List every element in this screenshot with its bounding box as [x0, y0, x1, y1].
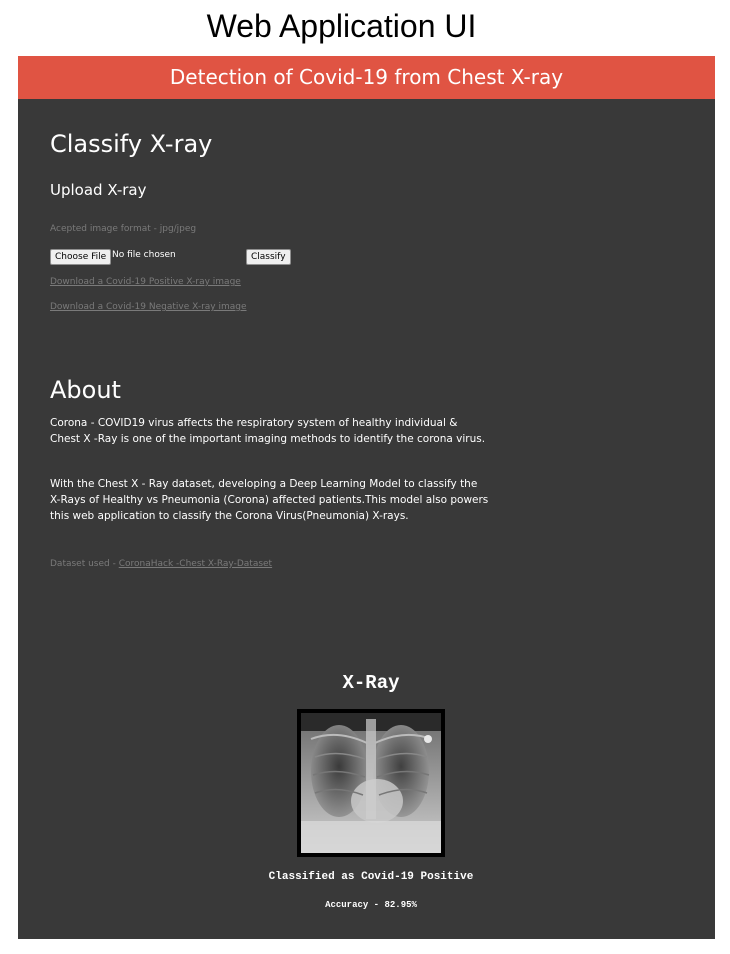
xray-image	[297, 709, 445, 857]
accuracy-text: Accuracy - 82.95%	[325, 900, 417, 910]
figure-caption: Web Application UI	[206, 8, 477, 44]
dataset-prefix: Dataset used -	[50, 559, 119, 569]
dataset-link[interactable]: CoronaHack -Chest X-Ray-Dataset	[119, 559, 272, 569]
classify-heading: Classify X-ray	[50, 130, 213, 158]
classify-button[interactable]: Classify	[246, 249, 291, 265]
about-paragraph-2: With the Chest X - Ray dataset, developi…	[50, 478, 489, 522]
xray-title: X-Ray	[342, 672, 400, 694]
about-paragraph-1: Corona - COVID19 virus affects the respi…	[50, 417, 486, 445]
file-status: No file chosen	[112, 250, 176, 260]
navbar: Detection of Covid-19 from Chest X-ray	[18, 56, 715, 99]
navbar-title: Detection of Covid-19 from Chest X-ray	[169, 65, 564, 89]
classification-result: Classified as Covid-19 Positive	[268, 871, 474, 883]
download-negative-link[interactable]: Download a Covid-19 Negative X-ray image	[50, 302, 247, 312]
chest-xray-illustration	[301, 713, 441, 853]
download-positive-link[interactable]: Download a Covid-19 Positive X-ray image	[50, 277, 241, 287]
app-window: Detection of Covid-19 from Chest X-ray C…	[18, 56, 715, 939]
dataset-line: Dataset used - CoronaHack -Chest X-Ray-D…	[50, 559, 272, 569]
choose-file-button[interactable]: Choose File	[50, 249, 112, 265]
upload-subheading: Upload X-ray	[50, 181, 147, 199]
format-hint: Acepted image format - jpg/jpeg	[50, 224, 197, 234]
about-heading: About	[50, 376, 121, 404]
